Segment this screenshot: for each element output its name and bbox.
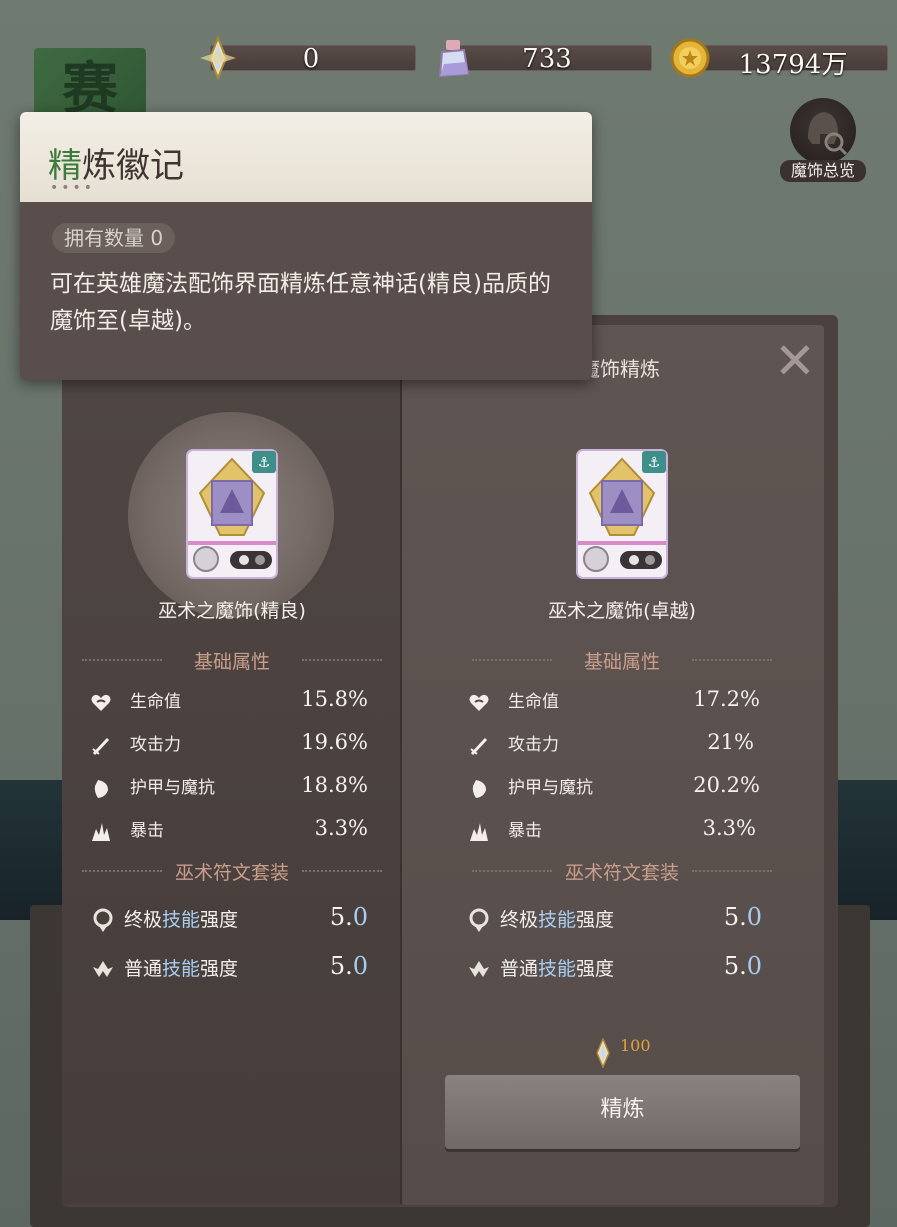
stat-value: 3.3%	[314, 816, 368, 840]
tooltip-header: 精炼徽记 ••••	[20, 112, 592, 202]
stat-row: 生命值 17.2%	[468, 687, 760, 717]
stat-row: 护甲与魔抗 20.2%	[468, 773, 760, 803]
currency-value: 0	[302, 44, 320, 74]
refined-item-name: 巫术之魔饰(卓越)	[548, 600, 696, 622]
currency-crystal[interactable]: 0	[196, 36, 416, 80]
set-bonus-row: 普通技能强度 5.0	[90, 952, 368, 986]
stat-value: 3.3%	[702, 816, 756, 840]
stat-row: 暴击 3.3%	[90, 816, 368, 846]
set-bonus-value: 5.0	[329, 952, 368, 980]
set-bonus-label: 普通技能强度	[500, 958, 615, 980]
set-bonus-value: 5.0	[723, 903, 762, 931]
heart-icon	[91, 694, 111, 711]
overview-label: 魔饰总览	[780, 160, 866, 182]
stat-row: 护甲与魔抗 18.8%	[90, 773, 368, 803]
stat-value: 19.6%	[301, 730, 368, 754]
stat-value: 17.2%	[693, 687, 760, 711]
set-bonus-label: 普通技能强度	[124, 958, 239, 980]
current-item-name: 巫术之魔饰(精良)	[158, 600, 306, 622]
accessory-overview-button[interactable]: 魔饰总览	[780, 98, 870, 188]
rune-set-header: 巫术符文套装	[472, 858, 772, 885]
stat-label: 护甲与魔抗	[130, 778, 215, 798]
stat-label: 攻击力	[508, 735, 559, 755]
stat-value: 18.8%	[301, 773, 368, 797]
shield-icon	[472, 780, 486, 798]
stat-row: 暴击 3.3%	[468, 816, 756, 846]
base-attributes-header: 基础属性	[472, 647, 772, 674]
currency-gold[interactable]: 13794万	[668, 38, 888, 80]
set-bonus-label: 终极技能强度	[124, 909, 239, 931]
set-bonus-label: 终极技能强度	[500, 909, 615, 931]
currency-value: 733	[522, 44, 572, 74]
normal-skill-icon	[93, 961, 113, 977]
set-bonus-value: 5.0	[723, 952, 762, 980]
heart-icon	[469, 694, 489, 711]
stat-row: 攻击力 19.6%	[90, 730, 368, 760]
potion-icon	[438, 40, 470, 78]
stat-value: 21%	[707, 730, 754, 754]
stat-row: 攻击力 21%	[468, 730, 754, 760]
rune-set-header: 巫术符文套装	[82, 858, 382, 885]
close-button[interactable]: ✕	[770, 336, 820, 386]
crit-icon	[92, 823, 110, 841]
owned-count-badge: 拥有数量 0	[52, 223, 176, 253]
shield-icon	[94, 780, 108, 798]
set-bonus-value: 5.0	[329, 903, 368, 931]
currency-value: 13794万	[738, 50, 848, 80]
stat-label: 护甲与魔抗	[508, 778, 593, 798]
svg-text:⚓: ⚓	[258, 455, 271, 471]
stat-label: 生命值	[130, 692, 181, 712]
sword-icon	[470, 737, 488, 756]
refine-button[interactable]: 精炼	[445, 1075, 800, 1149]
stat-value: 20.2%	[693, 773, 760, 797]
item-tooltip: 精炼徽记 •••• 拥有数量 0 可在英雄魔法配饰界面精炼任意神话(精良)品质的…	[20, 112, 592, 380]
stat-label: 攻击力	[130, 735, 181, 755]
stat-label: 暴击	[130, 821, 164, 841]
crystal-icon	[596, 1038, 610, 1068]
sword-icon	[92, 737, 110, 756]
ultimate-icon	[469, 908, 489, 932]
stat-value: 15.8%	[301, 687, 368, 711]
crit-icon	[470, 823, 488, 841]
refine-cost-value: 100	[620, 1036, 651, 1055]
set-bonus-row: 终极技能强度 5.0	[466, 903, 762, 937]
normal-skill-icon	[469, 961, 489, 977]
tooltip-description: 可在英雄魔法配饰界面精炼任意神话(精良)品质的魔饰至(卓越)。	[50, 271, 551, 334]
tooltip-dots: ••••	[50, 180, 96, 196]
ultimate-icon	[93, 908, 113, 932]
stat-row: 生命值 15.8%	[90, 687, 368, 717]
base-attributes-header: 基础属性	[82, 647, 382, 674]
accessory-card-icon[interactable]: ⚓	[186, 449, 278, 579]
stat-label: 暴击	[508, 821, 542, 841]
set-bonus-row: 终极技能强度 5.0	[90, 903, 368, 937]
set-bonus-row: 普通技能强度 5.0	[466, 952, 762, 986]
crystal-icon	[200, 36, 236, 80]
gold-coin-icon	[670, 38, 710, 78]
stat-label: 生命值	[508, 692, 559, 712]
currency-potion[interactable]: 733	[432, 40, 652, 78]
refined-card-icon[interactable]: ⚓	[576, 449, 668, 579]
helmet-icon	[790, 98, 856, 164]
svg-text:⚓: ⚓	[648, 455, 661, 471]
